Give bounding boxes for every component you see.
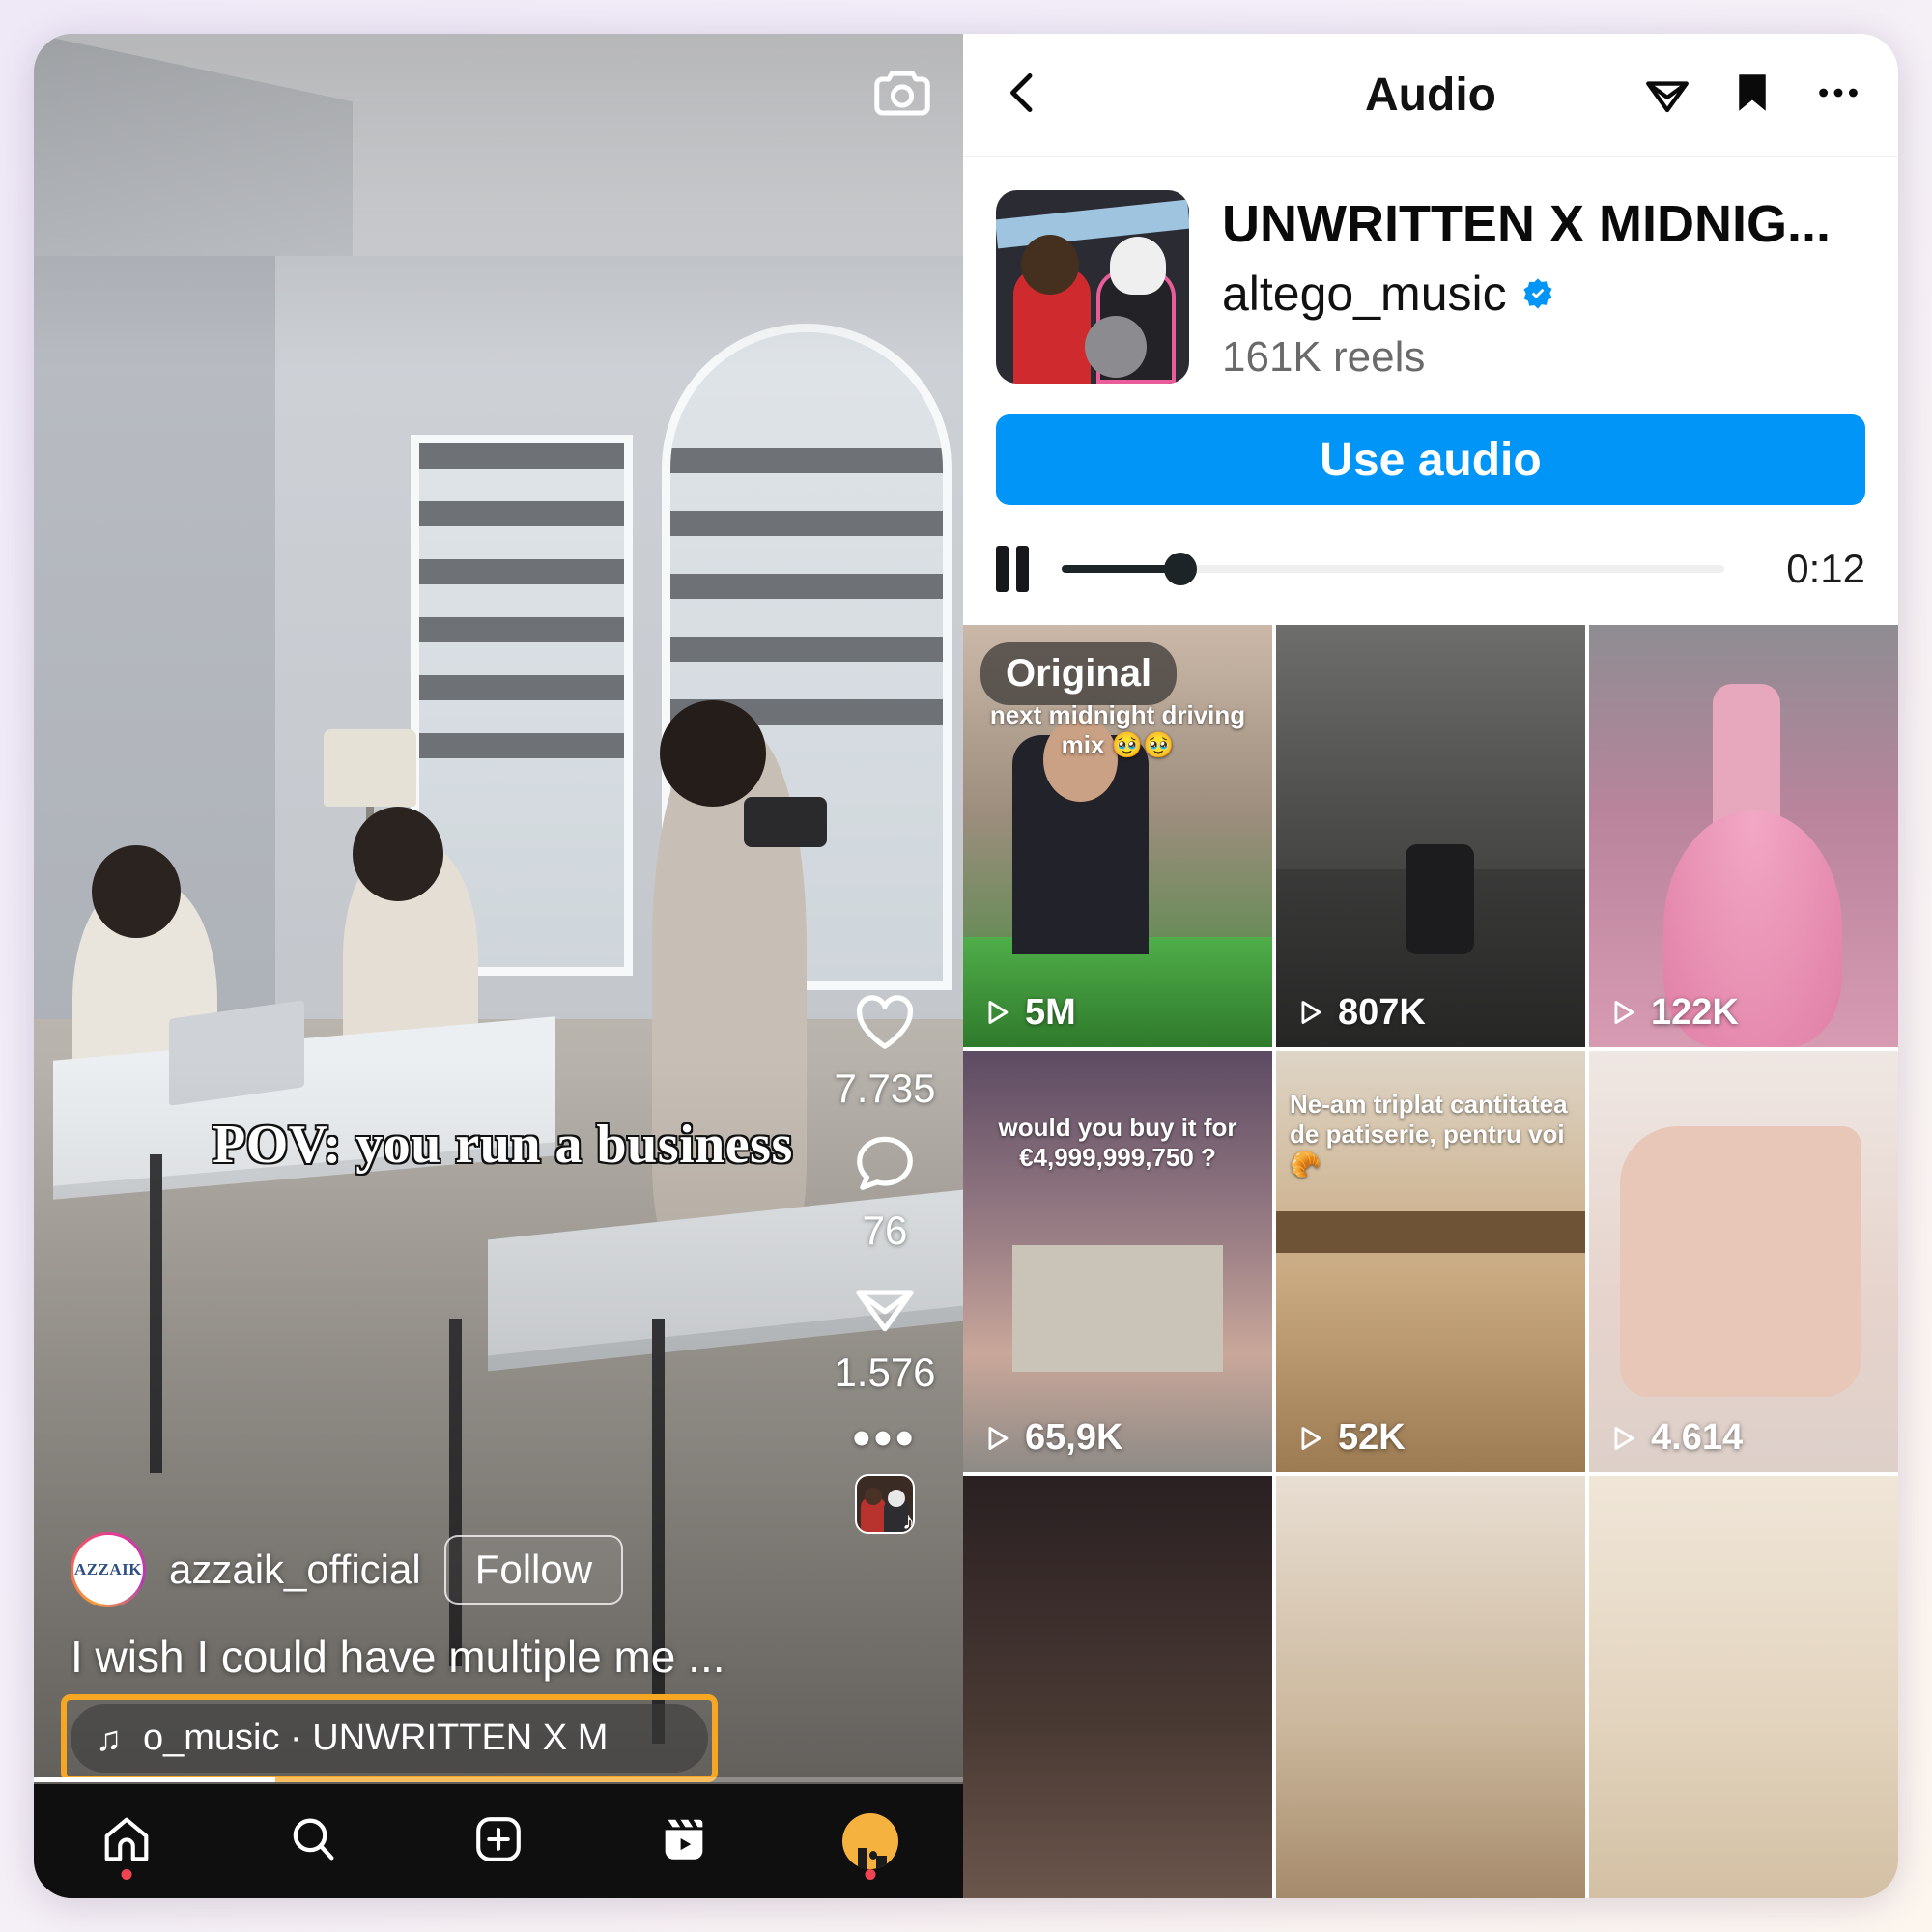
audio-page-header: Audio bbox=[963, 34, 1898, 157]
nav-home[interactable] bbox=[78, 1793, 175, 1889]
tile-views: 65,9K bbox=[980, 1417, 1122, 1459]
reels-grid: Original next midnight driving mix 🥹🥹 5M… bbox=[963, 625, 1898, 1898]
audio-artist[interactable]: altego_music bbox=[1222, 266, 1507, 322]
back-chevron-icon[interactable] bbox=[996, 66, 1050, 125]
music-note-icon: ♪ bbox=[902, 1505, 915, 1534]
original-badge: Original bbox=[980, 642, 1178, 705]
like-button[interactable]: 7.735 bbox=[834, 985, 936, 1112]
nav-badge-dot bbox=[865, 1869, 876, 1880]
tile-view-count: 122K bbox=[1651, 991, 1739, 1033]
nav-create[interactable] bbox=[450, 1793, 547, 1889]
share-count: 1.576 bbox=[834, 1350, 936, 1395]
tile-overlay-text: next midnight driving mix 🥹🥹 bbox=[989, 700, 1246, 759]
comment-button[interactable]: 76 bbox=[849, 1127, 921, 1254]
reel-tile[interactable]: Original next midnight driving mix 🥹🥹 5M bbox=[963, 625, 1272, 1047]
reel-tile[interactable] bbox=[963, 1476, 1272, 1898]
tile-view-count: 52K bbox=[1338, 1417, 1406, 1459]
video-overlay-caption: POV: you run a business bbox=[213, 1115, 793, 1175]
comment-count: 76 bbox=[862, 1208, 908, 1253]
tile-views: 122K bbox=[1606, 992, 1739, 1034]
audio-player: 0:12 bbox=[963, 505, 1898, 625]
audio-detail-page: Audio UNWRITTEN X MIDNIG... altego_music… bbox=[963, 34, 1898, 1898]
audio-title: UNWRITTEN X MIDNIG... bbox=[1222, 195, 1831, 253]
share-icon bbox=[849, 1269, 921, 1346]
tile-views: 807K bbox=[1293, 992, 1426, 1034]
tile-views: 52K bbox=[1293, 1417, 1406, 1459]
nav-profile[interactable] bbox=[822, 1793, 919, 1889]
scrubber-knob[interactable] bbox=[1164, 553, 1198, 585]
reel-tile[interactable]: 4.614 bbox=[1589, 1050, 1898, 1473]
reel-tile[interactable]: 807K bbox=[1276, 625, 1585, 1047]
bookmark-filled-icon[interactable] bbox=[1728, 69, 1776, 122]
plus-square-icon bbox=[470, 1811, 526, 1872]
nav-reels[interactable] bbox=[636, 1793, 732, 1889]
avatar-label: AZZAIK bbox=[73, 1535, 143, 1605]
reel-tile[interactable]: Ne-am triplat cantitatea de patiserie, p… bbox=[1276, 1050, 1585, 1473]
reel-progress-bar[interactable] bbox=[34, 1777, 963, 1782]
share-icon[interactable] bbox=[1641, 67, 1693, 124]
audio-thumbnail-button[interactable]: ♪ bbox=[855, 1473, 915, 1534]
pause-button[interactable] bbox=[996, 546, 1029, 592]
tile-view-count: 4.614 bbox=[1651, 1417, 1744, 1459]
reels-icon bbox=[656, 1811, 712, 1872]
highlight-box bbox=[61, 1694, 718, 1782]
instagram-app-window: POV: you run a business 7.735 76 1.576 •… bbox=[34, 34, 1898, 1898]
tile-view-count: 5M bbox=[1025, 991, 1076, 1033]
reel-tile[interactable] bbox=[1276, 1476, 1585, 1898]
home-icon bbox=[99, 1811, 155, 1872]
nav-badge-dot bbox=[121, 1869, 132, 1880]
use-audio-button[interactable]: Use audio bbox=[996, 414, 1865, 505]
bottom-nav-bar bbox=[34, 1784, 963, 1898]
reel-caption[interactable]: I wish I could have multiple me ... bbox=[71, 1631, 926, 1683]
share-button[interactable]: 1.576 bbox=[834, 1269, 936, 1396]
comment-icon bbox=[849, 1127, 921, 1204]
scrubber-fill bbox=[1062, 565, 1181, 573]
reel-tile[interactable]: would you buy it for €4,999,999,750 ? 65… bbox=[963, 1050, 1272, 1473]
tile-views: 4.614 bbox=[1606, 1417, 1743, 1459]
reel-action-rail: 7.735 76 1.576 ••• ♪ bbox=[822, 985, 948, 1534]
reel-tile[interactable] bbox=[1589, 1476, 1898, 1898]
like-count: 7.735 bbox=[834, 1065, 936, 1111]
audio-scrubber[interactable] bbox=[1062, 553, 1724, 585]
verified-badge-icon bbox=[1520, 276, 1555, 311]
more-options-button[interactable]: ••• bbox=[853, 1413, 918, 1463]
reel-player[interactable]: POV: you run a business 7.735 76 1.576 •… bbox=[34, 34, 963, 1898]
reels-count: 161K reels bbox=[1222, 333, 1426, 382]
audio-chip-container: ♫ o_music · UNWRITTEN X M bbox=[61, 1694, 718, 1782]
avatar[interactable]: AZZAIK bbox=[71, 1532, 146, 1607]
heart-icon bbox=[849, 985, 921, 1062]
tile-view-count: 65,9K bbox=[1025, 1417, 1123, 1459]
tile-view-count: 807K bbox=[1338, 991, 1426, 1033]
reel-username[interactable]: azzaik_official bbox=[169, 1547, 421, 1593]
ellipsis-icon[interactable] bbox=[1811, 66, 1865, 125]
audio-info: UNWRITTEN X MIDNIG... altego_music 161K … bbox=[963, 157, 1898, 384]
avatar-icon bbox=[841, 1813, 898, 1869]
search-icon bbox=[285, 1811, 341, 1872]
tile-overlay-text: would you buy it for €4,999,999,750 ? bbox=[998, 1112, 1237, 1172]
nav-search[interactable] bbox=[265, 1793, 361, 1889]
tile-overlay-text: Ne-am triplat cantitatea de patiserie, p… bbox=[1290, 1089, 1568, 1179]
reel-meta: AZZAIK azzaik_official Follow I wish I c… bbox=[34, 1532, 963, 1782]
elapsed-time: 0:12 bbox=[1786, 546, 1865, 591]
reel-tile[interactable]: 122K bbox=[1589, 625, 1898, 1047]
camera-icon[interactable] bbox=[868, 61, 936, 133]
follow-button[interactable]: Follow bbox=[443, 1535, 624, 1605]
tile-views: 5M bbox=[980, 992, 1076, 1034]
audio-cover-art[interactable] bbox=[996, 190, 1189, 384]
